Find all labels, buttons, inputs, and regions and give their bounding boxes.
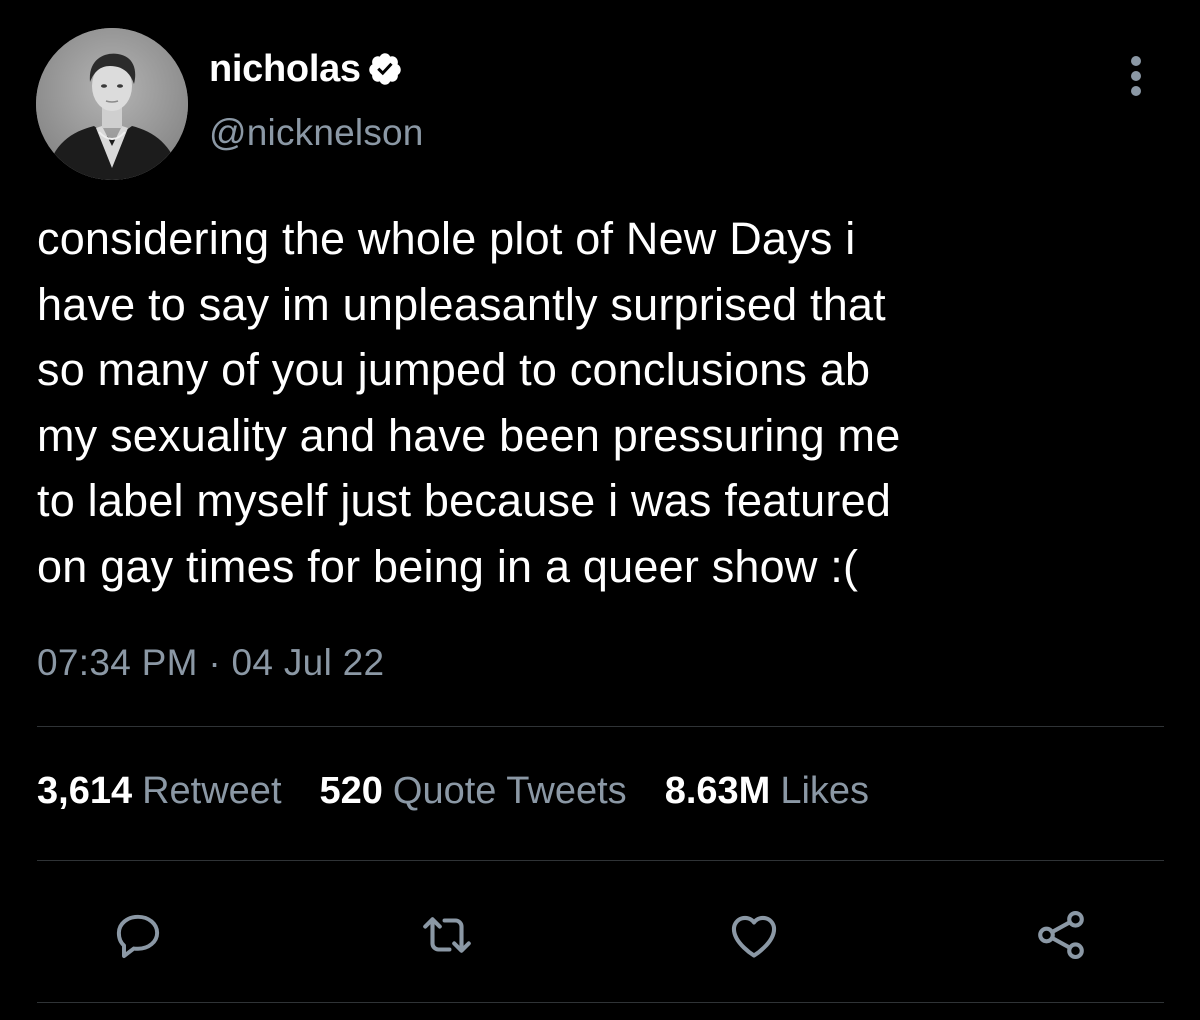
likes-label: Likes [780,770,870,812]
retweet-icon [423,917,471,953]
likes-stat[interactable]: 8.63M Likes [665,770,869,813]
tweet-detail: nicholas @nicknelson considering the who… [0,0,1200,1020]
divider [37,860,1164,861]
share-icon [1038,910,1084,960]
tweet-text-line: to label myself just because i was featu… [37,475,892,526]
like-button[interactable] [719,900,789,970]
tweet-actions [0,900,1200,970]
tweet-text-line: considering the whole plot of New Days i [37,213,856,264]
heart-icon [731,915,777,958]
display-name[interactable]: nicholas [209,48,361,91]
quote-tweets-label: Quote Tweets [392,770,627,812]
avatar[interactable] [36,28,188,180]
retweet-stat[interactable]: 3,614 Retweet [37,770,282,813]
likes-count: 8.63M [664,770,771,812]
quote-tweets-stat[interactable]: 520 Quote Tweets [320,770,627,813]
author-name-row[interactable]: nicholas [209,44,403,94]
verified-badge-icon [367,51,403,87]
user-handle[interactable]: @nicknelson [209,112,424,154]
tweet-stats: 3,614 Retweet 520 Quote Tweets 8.63M Lik… [37,770,907,813]
tweet-text-line: on gay times for being in a queer show :… [37,540,859,592]
tweet-text-line: my sexuality and have been pressuring me [37,409,901,461]
tweet-text-line: have to say im unpleasantly surprised th… [37,278,886,330]
retweet-button[interactable] [412,900,482,970]
reply-icon [116,914,160,958]
tweet-text: considering the whole plot of New Days i… [37,206,1167,599]
divider [37,726,1164,727]
retweet-count: 3,614 [37,770,133,812]
divider [37,1002,1164,1003]
tweet-text-line: so many of you jumped to conclusions ab [37,344,871,395]
reply-button[interactable] [103,900,173,970]
retweet-label: Retweet [142,770,282,812]
avatar-photo [36,28,188,180]
quote-tweets-count: 520 [319,770,383,812]
share-button[interactable] [1026,900,1096,970]
tweet-timestamp[interactable]: 07:34 PM · 04 Jul 22 [37,642,384,684]
more-icon[interactable] [1124,52,1148,96]
